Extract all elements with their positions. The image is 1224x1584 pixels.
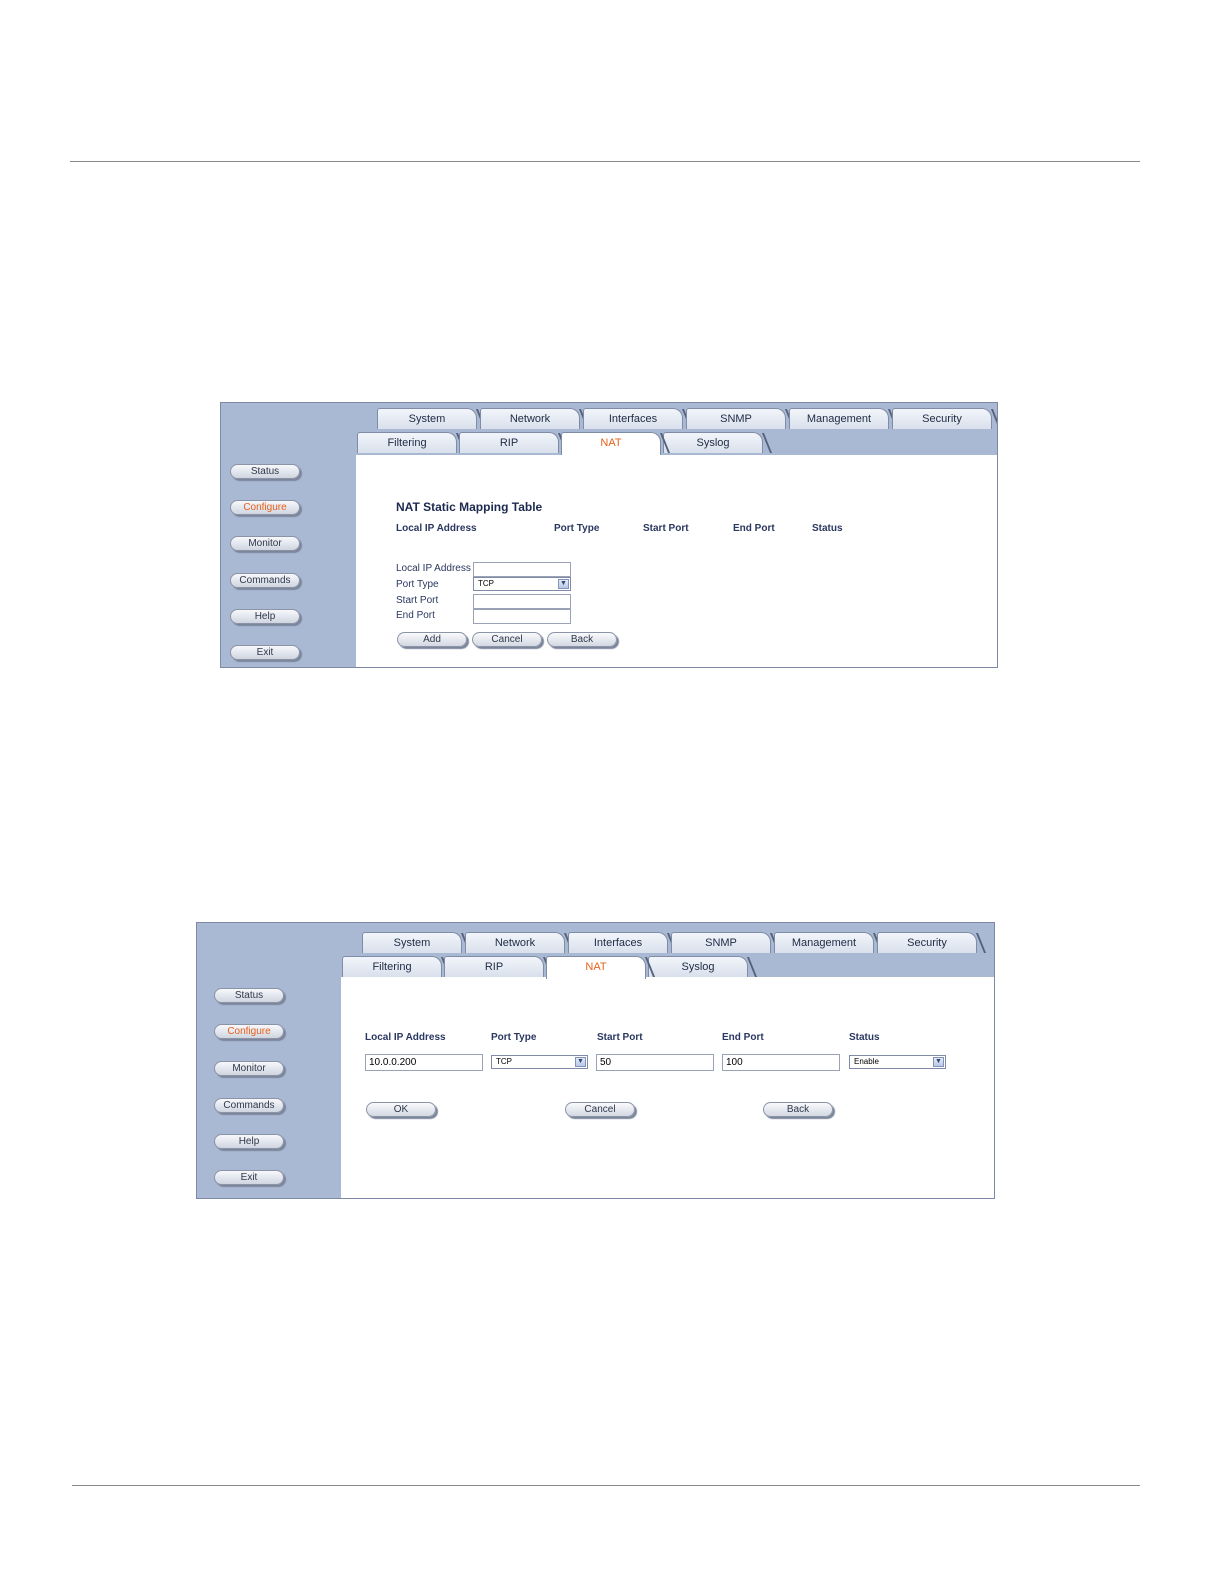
cancel-button[interactable]: Cancel — [472, 632, 542, 647]
header-rule — [70, 161, 1140, 162]
tab-nat[interactable]: NAT — [546, 956, 646, 979]
tab-syslog[interactable]: Syslog — [648, 956, 748, 977]
port-type-label: Port Type — [396, 579, 439, 590]
tab-syslog[interactable]: Syslog — [663, 432, 763, 453]
back-button[interactable]: Back — [763, 1102, 833, 1117]
start-port-input[interactable] — [473, 594, 571, 609]
monitor-button[interactable]: Monitor — [214, 1061, 284, 1076]
tab-security[interactable]: Security — [892, 408, 992, 429]
local-ip-label: Local IP Address — [396, 563, 471, 574]
configure-button[interactable]: Configure — [230, 500, 300, 515]
status-button[interactable]: Status — [214, 988, 284, 1003]
status-button[interactable]: Status — [230, 464, 300, 479]
tab-interfaces[interactable]: Interfaces — [583, 408, 683, 429]
column-header-start-port: Start Port — [643, 523, 689, 534]
end-port-input[interactable] — [473, 609, 571, 624]
tab-management[interactable]: Management — [774, 932, 874, 953]
start-port-input[interactable]: 50 — [596, 1054, 714, 1071]
chevron-down-icon: ▼ — [933, 1057, 944, 1067]
status-select[interactable]: Enable ▼ — [849, 1055, 946, 1069]
tab-bar: System Network Interfaces SNMP Managemen… — [221, 403, 997, 455]
help-button[interactable]: Help — [214, 1134, 284, 1149]
tab-network[interactable]: Network — [465, 932, 565, 953]
ok-button[interactable]: OK — [366, 1102, 436, 1117]
column-header-local-ip: Local IP Address — [396, 523, 477, 534]
tab-rip[interactable]: RIP — [459, 432, 559, 453]
port-type-value: TCP — [496, 1057, 512, 1066]
tab-system[interactable]: System — [362, 932, 462, 953]
exit-button[interactable]: Exit — [214, 1170, 284, 1185]
add-button[interactable]: Add — [397, 632, 467, 647]
port-type-value: TCP — [478, 579, 494, 588]
tab-snmp[interactable]: SNMP — [686, 408, 786, 429]
tab-filtering[interactable]: Filtering — [342, 956, 442, 977]
column-header-end-port: End Port — [722, 1032, 764, 1043]
tab-interfaces[interactable]: Interfaces — [568, 932, 668, 953]
main-content — [341, 977, 994, 1198]
chevron-down-icon: ▼ — [575, 1057, 586, 1067]
column-header-local-ip: Local IP Address — [365, 1032, 446, 1043]
configure-button[interactable]: Configure — [214, 1024, 284, 1039]
tab-nat[interactable]: NAT — [561, 432, 661, 455]
help-button[interactable]: Help — [230, 609, 300, 624]
local-ip-input[interactable] — [473, 562, 571, 577]
sidebar — [197, 977, 341, 1198]
tab-network[interactable]: Network — [480, 408, 580, 429]
end-port-label: End Port — [396, 610, 435, 621]
status-value: Enable — [854, 1057, 879, 1066]
start-port-label: Start Port — [396, 595, 439, 606]
port-type-select[interactable]: TCP ▼ — [491, 1055, 588, 1069]
tab-security[interactable]: Security — [877, 932, 977, 953]
chevron-down-icon: ▼ — [558, 579, 569, 589]
page-title: NAT Static Mapping Table — [396, 500, 543, 514]
column-header-end-port: End Port — [733, 523, 775, 534]
column-header-status: Status — [849, 1032, 880, 1043]
local-ip-input[interactable]: 10.0.0.200 — [365, 1054, 483, 1071]
back-button[interactable]: Back — [547, 632, 617, 647]
column-header-port-type: Port Type — [491, 1032, 537, 1043]
footer-rule — [72, 1485, 1140, 1486]
monitor-button[interactable]: Monitor — [230, 536, 300, 551]
column-header-port-type: Port Type — [554, 523, 600, 534]
commands-button[interactable]: Commands — [230, 573, 300, 588]
port-type-select[interactable]: TCP ▼ — [473, 577, 571, 591]
column-header-status: Status — [812, 523, 843, 534]
tab-filtering[interactable]: Filtering — [357, 432, 457, 453]
nat-edit-screenshot: System Network Interfaces SNMP Managemen… — [196, 922, 995, 1199]
commands-button[interactable]: Commands — [214, 1098, 284, 1113]
tab-system[interactable]: System — [377, 408, 477, 429]
cancel-button[interactable]: Cancel — [565, 1102, 635, 1117]
tab-rip[interactable]: RIP — [444, 956, 544, 977]
end-port-input[interactable]: 100 — [722, 1054, 840, 1071]
tab-bar: System Network Interfaces SNMP Managemen… — [197, 923, 994, 979]
tab-snmp[interactable]: SNMP — [671, 932, 771, 953]
nat-table-screenshot: System Network Interfaces SNMP Managemen… — [220, 402, 998, 668]
exit-button[interactable]: Exit — [230, 645, 300, 660]
column-header-start-port: Start Port — [597, 1032, 643, 1043]
sidebar — [221, 455, 356, 667]
tab-management[interactable]: Management — [789, 408, 889, 429]
